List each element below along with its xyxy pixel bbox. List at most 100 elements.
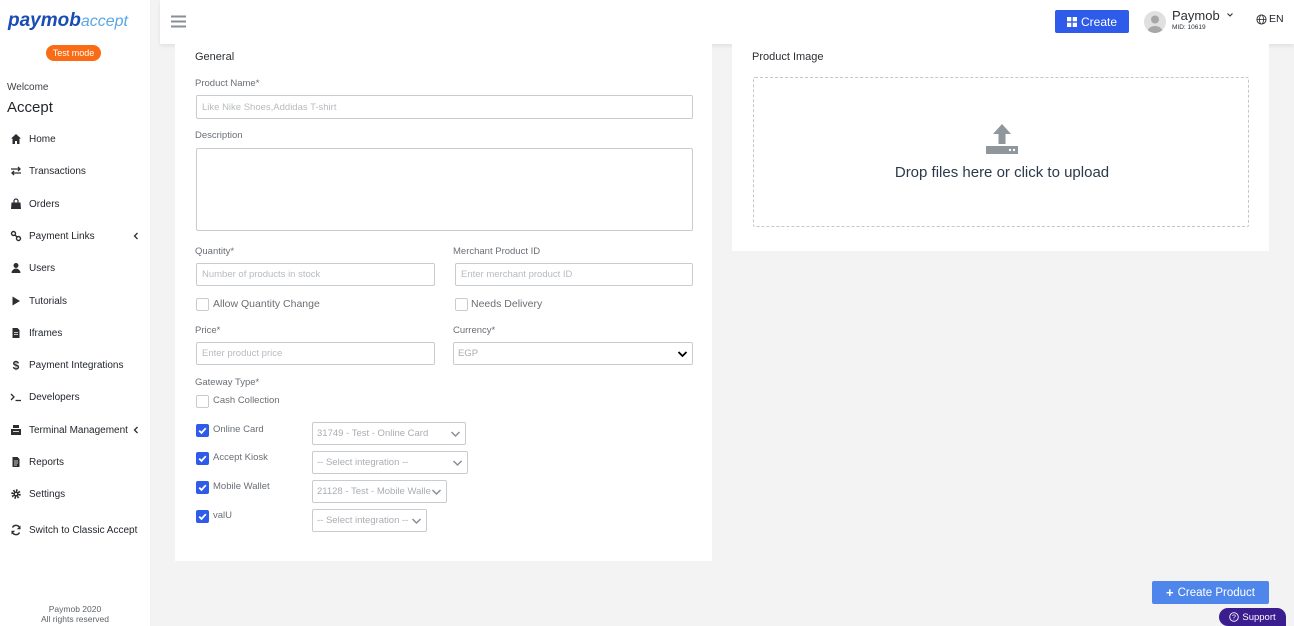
sidebar-footer: Paymob 2020 All rights reserved xyxy=(0,604,150,624)
sidebar-item-settings[interactable]: Settings xyxy=(10,484,145,504)
cash-register-icon xyxy=(11,425,21,435)
product-image-title: Product Image xyxy=(752,51,824,63)
sidebar-item-payment-integrations[interactable]: $ Payment Integrations xyxy=(10,355,145,375)
mobile-wallet-integration-value: 21128 - Test - Mobile Wallet xyxy=(317,486,431,497)
welcome-text: Welcome xyxy=(7,82,49,93)
sidebar-item-payment-links[interactable]: Payment Links xyxy=(10,226,145,246)
online-card-checkbox[interactable] xyxy=(196,424,209,437)
valu-integration-value: -- Select integration -- xyxy=(317,515,409,526)
chevron-down-icon xyxy=(431,488,442,495)
mobile-wallet-integration-select[interactable]: 21128 - Test - Mobile Wallet xyxy=(312,480,447,503)
online-card-integration-select[interactable]: 31749 - Test - Online Card xyxy=(312,422,466,445)
accept-kiosk-label: Accept Kiosk xyxy=(213,452,268,463)
checkmark-icon xyxy=(198,484,207,492)
cash-collection-checkbox[interactable] xyxy=(196,395,209,408)
sidebar-item-label: Terminal Management xyxy=(29,424,128,436)
gateway-type-label: Gateway Type* xyxy=(195,377,260,388)
product-name-label: Product Name* xyxy=(195,78,260,89)
dropzone-text: Drop files here or click to upload xyxy=(894,164,1110,181)
top-bar: Create Paymob MID: 10619 EN xyxy=(160,0,1294,44)
language-label: EN xyxy=(1269,13,1284,25)
description-label: Description xyxy=(195,130,243,141)
sidebar-item-tutorials[interactable]: Tutorials xyxy=(10,291,145,311)
merchant-product-id-label: Merchant Product ID xyxy=(453,246,541,257)
account-name[interactable]: Paymob xyxy=(1172,8,1220,23)
svg-text:$: $ xyxy=(13,359,20,371)
create-product-label: Create Product xyxy=(1177,586,1255,599)
sidebar-item-label: Switch to Classic Accept xyxy=(29,524,138,536)
accept-kiosk-integration-select[interactable]: -- Select integration -- xyxy=(312,451,468,474)
sidebar-item-iframes[interactable]: Iframes xyxy=(10,323,145,343)
svg-text:?: ? xyxy=(1232,615,1236,622)
sidebar-item-home[interactable]: Home xyxy=(10,129,145,149)
allow-quantity-change-checkbox[interactable] xyxy=(196,298,209,311)
allow-quantity-change-label: Allow Quantity Change xyxy=(213,298,320,310)
create-button[interactable]: Create xyxy=(1055,10,1129,33)
valu-checkbox[interactable] xyxy=(196,510,209,523)
paymob-logo[interactable]: paymobaccept xyxy=(8,10,128,33)
merchant-product-id-input[interactable] xyxy=(455,263,693,286)
sync-icon xyxy=(11,524,21,536)
valu-integration-select[interactable]: -- Select integration -- xyxy=(312,509,427,532)
language-selector[interactable]: EN xyxy=(1256,13,1284,25)
support-button[interactable]: ? Support xyxy=(1219,608,1286,626)
sidebar-item-terminal-management[interactable]: Terminal Management xyxy=(10,420,145,440)
sidebar-item-transactions[interactable]: Transactions xyxy=(10,161,145,181)
price-label: Price* xyxy=(195,325,221,336)
accept-kiosk-checkbox[interactable] xyxy=(196,452,209,465)
rights-text: All rights reserved xyxy=(40,614,110,624)
chevron-left-icon xyxy=(133,426,138,434)
merchant-id: MID: 10619 xyxy=(1172,24,1206,31)
sidebar-item-switch-classic[interactable]: Switch to Classic Accept xyxy=(10,520,145,540)
sidebar-item-label: Payment Links xyxy=(29,230,95,242)
sidebar-item-label: Reports xyxy=(29,456,65,468)
sidebar-item-reports[interactable]: Reports xyxy=(10,452,145,472)
home-icon xyxy=(11,134,21,144)
chevron-left-icon xyxy=(133,232,138,240)
create-button-label: Create xyxy=(1080,14,1118,29)
chevron-down-icon xyxy=(452,459,463,466)
avatar[interactable] xyxy=(1144,11,1166,33)
product-name-input[interactable] xyxy=(196,95,693,119)
logo-product: accept xyxy=(80,13,128,30)
create-product-button[interactable]: + Create Product xyxy=(1152,581,1269,604)
sidebar-item-developers[interactable]: Developers xyxy=(10,387,145,407)
report-icon xyxy=(12,457,20,467)
sidebar-item-label: Orders xyxy=(29,198,60,210)
general-section-title: General xyxy=(195,51,235,63)
valu-label: valU xyxy=(213,510,233,521)
price-input[interactable] xyxy=(196,342,435,365)
description-textarea[interactable] xyxy=(196,148,693,231)
chevron-down-icon[interactable] xyxy=(1226,11,1234,19)
sidebar-item-label: Iframes xyxy=(29,327,63,339)
terminal-icon xyxy=(10,393,21,402)
checkmark-icon xyxy=(198,513,207,521)
help-circle-icon: ? xyxy=(1229,612,1240,622)
sidebar-item-users[interactable]: Users xyxy=(10,258,145,278)
sidebar-item-label: Developers xyxy=(29,391,80,403)
bag-icon xyxy=(11,198,21,209)
sidebar-item-label: Home xyxy=(29,133,56,145)
currency-select[interactable]: EGP xyxy=(453,342,693,365)
currency-label: Currency* xyxy=(453,325,496,336)
sidebar-item-orders[interactable]: Orders xyxy=(10,194,145,214)
online-card-label: Online Card xyxy=(213,424,264,435)
needs-delivery-checkbox[interactable] xyxy=(455,298,468,311)
user-name: Accept xyxy=(7,99,53,116)
play-icon xyxy=(12,296,20,306)
chevron-down-icon xyxy=(677,350,688,357)
mobile-wallet-label: Mobile Wallet xyxy=(213,481,270,492)
mobile-wallet-checkbox[interactable] xyxy=(196,481,209,494)
checkmark-icon xyxy=(198,455,207,463)
globe-icon xyxy=(1256,13,1267,25)
chevron-down-icon xyxy=(450,430,461,437)
quantity-label: Quantity* xyxy=(195,246,235,257)
sidebar-item-label: Transactions xyxy=(29,165,86,177)
cash-collection-label: Cash Collection xyxy=(213,395,280,406)
upload-dropzone[interactable]: Drop files here or click to upload xyxy=(753,77,1249,227)
quantity-input[interactable] xyxy=(196,263,435,286)
hamburger-menu-icon[interactable] xyxy=(171,15,186,28)
plus-icon: + xyxy=(1166,585,1174,600)
sidebar-item-label: Tutorials xyxy=(29,295,67,307)
dollar-icon: $ xyxy=(13,359,20,371)
